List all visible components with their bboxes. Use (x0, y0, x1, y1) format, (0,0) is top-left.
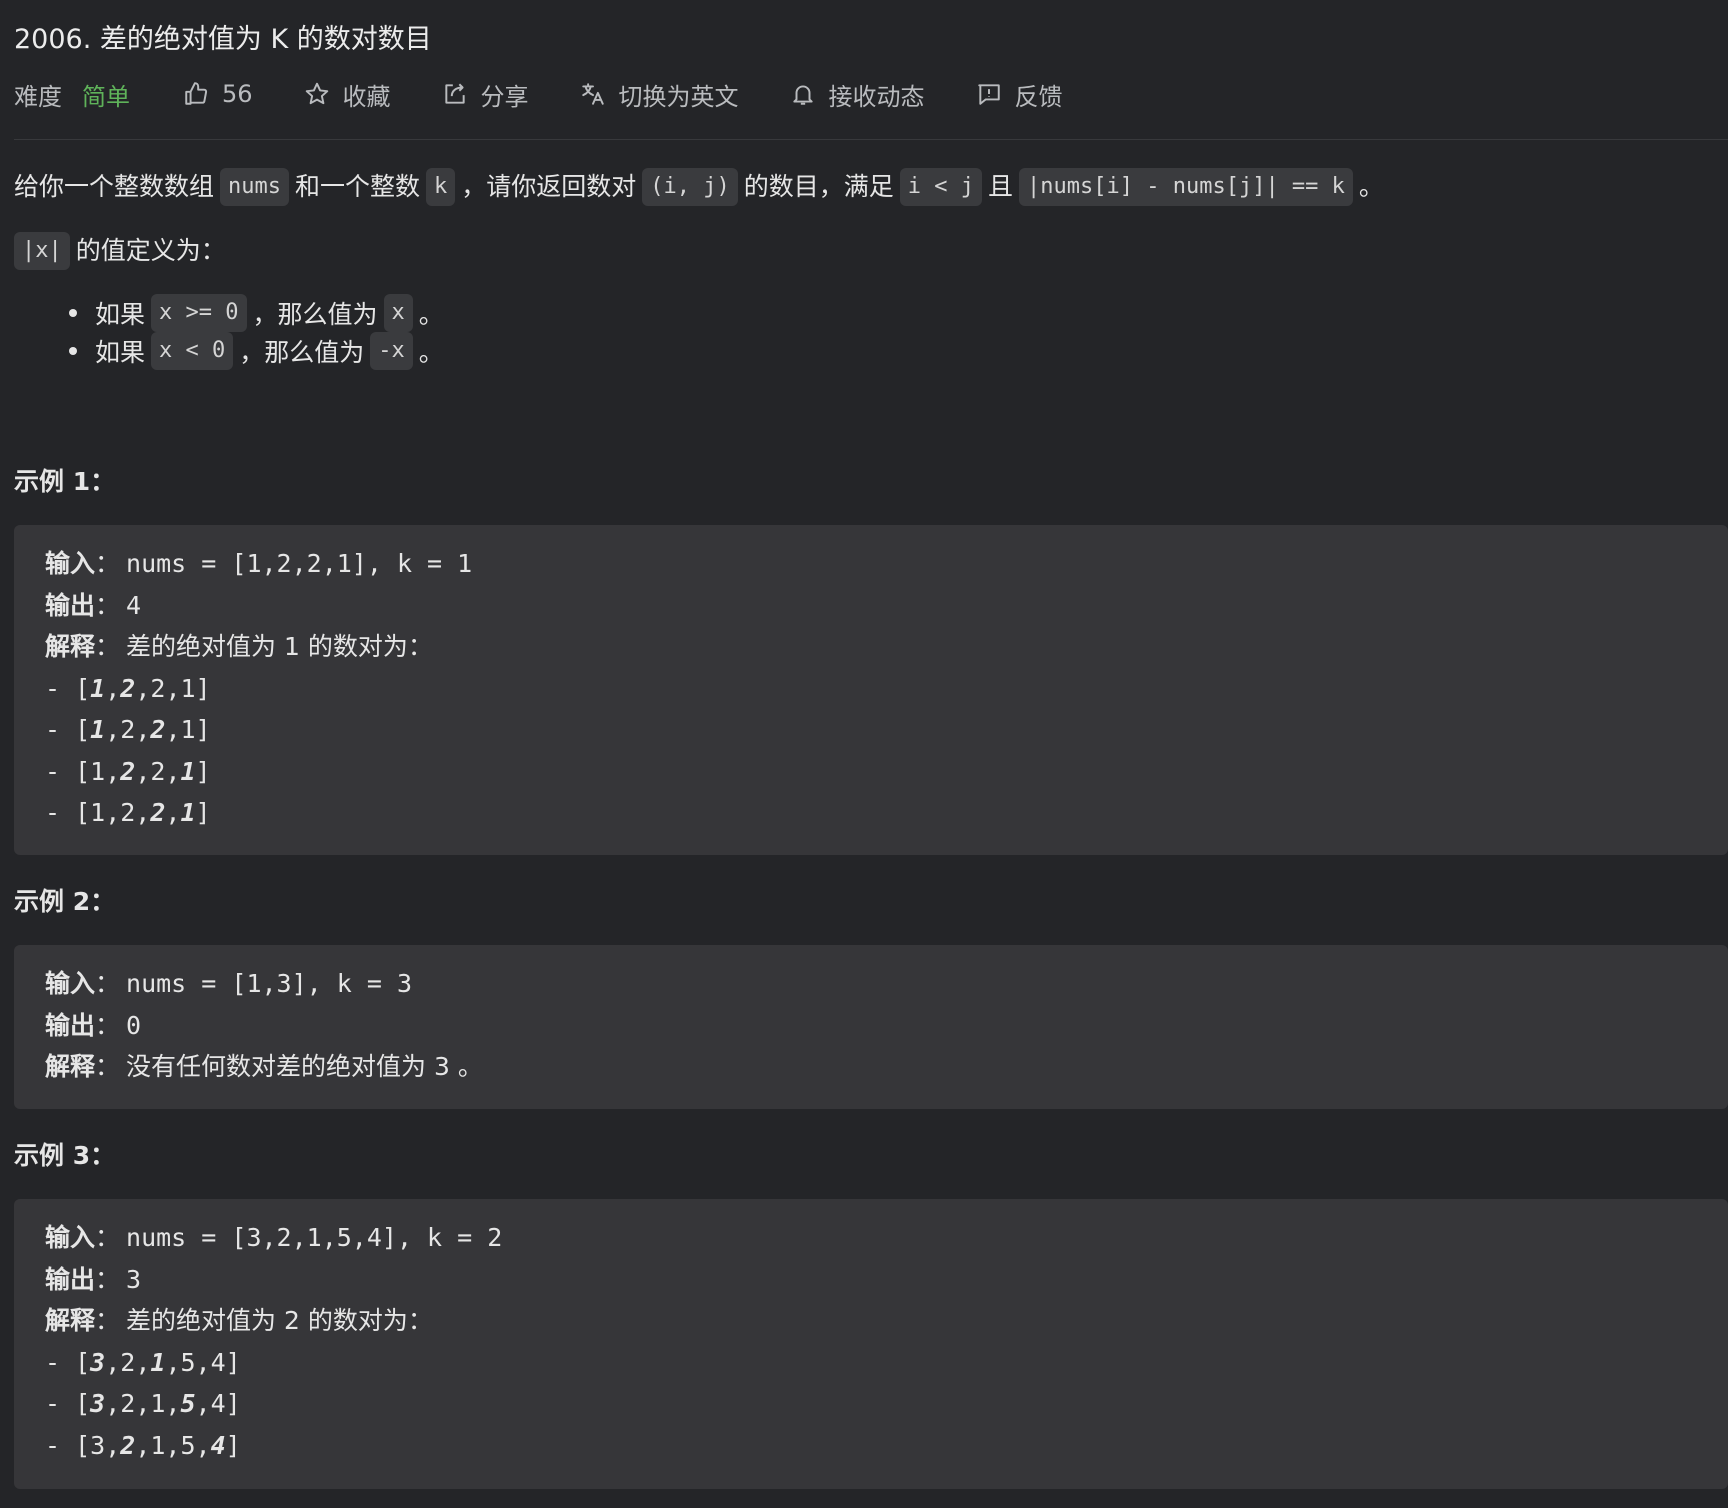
share-button[interactable]: 分享 (441, 77, 529, 112)
example-input-line: 输入： nums = [1,3], k = 3 (45, 969, 413, 998)
input-label: 输入 (45, 1223, 96, 1252)
desc-text: 且 (988, 172, 1014, 201)
example-2-title: 示例 2： (14, 887, 116, 916)
favorite-button[interactable]: 收藏 (303, 77, 391, 112)
feedback-button[interactable]: 反馈 (975, 77, 1063, 112)
difficulty-badge: 简单 (82, 82, 130, 111)
inline-code: x (383, 294, 413, 332)
example-input-line: 输入： nums = [1,2,2,1], k = 1 (45, 549, 473, 578)
pair-line: - [3,2,1,5,4] (45, 1347, 241, 1377)
example-3-title: 示例 3： (14, 1141, 116, 1170)
problem-title: 2006. 差的绝对值为 K 的数对数目 (14, 24, 432, 55)
inline-code: |x| (14, 232, 70, 270)
example-explanation-line: 解释： 差的绝对值为 1 的数对为： (45, 632, 433, 661)
output-value: 4 (126, 590, 142, 620)
input-label: 输入 (45, 549, 96, 578)
list-item: 如果 x < 0 ，那么值为 -x 。 (69, 332, 444, 370)
share-label: 分享 (480, 82, 529, 111)
bell-icon (789, 80, 817, 108)
pair-line: - [1,2,2,1] (45, 673, 211, 703)
list-item: 如果 x >= 0 ，那么值为 x 。 (69, 294, 444, 332)
share-icon (441, 80, 469, 108)
desc-text: 和一个整数 (295, 172, 421, 201)
inline-code: k (426, 168, 456, 206)
feedback-label: 反馈 (1014, 82, 1063, 111)
inline-code: i < j (899, 168, 983, 206)
example-input-line: 输入： nums = [3,2,1,5,4], k = 2 (45, 1223, 503, 1252)
output-value: 0 (126, 1010, 142, 1040)
inline-code: -x (370, 332, 413, 370)
definition-list: 如果 x >= 0 ，那么值为 x 。 如果 x < 0 ，那么值为 -x 。 (69, 294, 444, 370)
feedback-icon (975, 80, 1003, 108)
inline-code: nums (220, 168, 289, 206)
example-output-line: 输出： 3 (45, 1264, 142, 1294)
problem-toolbar: 难度 简单 56 收藏 分享 切换为英文 接收动态 反馈 (14, 74, 1113, 114)
thumbs-up-icon (182, 80, 210, 108)
header-divider (14, 139, 1728, 140)
example-explanation-line: 解释： 差的绝对值为 2 的数对为： (45, 1306, 433, 1335)
bullet-dot (69, 347, 77, 355)
desc-text: 。 (1358, 172, 1384, 201)
inline-code: x >= 0 (151, 294, 247, 332)
desc-text: 如果 (95, 300, 146, 329)
explanation-text: 差的绝对值为 2 的数对为： (126, 1306, 433, 1335)
desc-text: 的值定义为： (75, 236, 226, 265)
pair-line: - [1,2,2,1] (45, 715, 211, 744)
description-paragraph: 给你一个整数数组 nums 和一个整数 k ，请你返回数对 (i, j) 的数目… (14, 167, 1384, 207)
pair-line: - [3,2,1,5,4] (45, 1389, 241, 1418)
explanation-text: 没有任何数对差的绝对值为 3 。 (126, 1052, 483, 1081)
desc-text: ，那么值为 (252, 300, 378, 329)
desc-text: 给你一个整数数组 (14, 172, 215, 201)
inline-code: x < 0 (151, 332, 234, 370)
example-explanation-line: 解释： 没有任何数对差的绝对值为 3 。 (45, 1052, 483, 1081)
example-output-line: 输出： 4 (45, 590, 142, 620)
subscribe-button[interactable]: 接收动态 (789, 77, 925, 112)
desc-text: 。 (418, 338, 444, 367)
pair-line: - [3,2,1,5,4] (45, 1430, 241, 1460)
abs-definition-paragraph: |x| 的值定义为： (14, 231, 226, 271)
desc-text: 如果 (95, 338, 146, 367)
like-button[interactable]: 56 (182, 80, 253, 108)
example-3-block: 输入： nums = [3,2,1,5,4], k = 2 输出： 3 解释： 差的绝… (14, 1199, 1728, 1489)
desc-text: 。 (418, 300, 444, 329)
explanation-label: 解释 (45, 632, 96, 661)
inline-code: |nums[i] - nums[j]| == k (1019, 168, 1353, 206)
example-2-block: 输入： nums = [1,3], k = 3 输出： 0 解释： 没有任何数对差的绝… (14, 945, 1728, 1109)
desc-text: 的数目，满足 (743, 172, 894, 201)
star-icon (303, 80, 331, 108)
input-value: nums = [1,3], k = 3 (126, 969, 413, 998)
explanation-text: 差的绝对值为 1 的数对为： (126, 632, 433, 661)
translate-icon (579, 80, 607, 108)
subscribe-label: 接收动态 (828, 82, 925, 111)
switch-language-label: 切换为英文 (618, 82, 739, 111)
bullet-dot (69, 309, 77, 317)
output-label: 输出 (45, 1264, 96, 1294)
explanation-label: 解释 (45, 1052, 96, 1081)
output-value: 3 (126, 1264, 142, 1294)
pair-line: - [1,2,2,1] (45, 756, 211, 786)
input-value: nums = [3,2,1,5,4], k = 2 (126, 1223, 503, 1252)
example-output-line: 输出： 0 (45, 1010, 142, 1040)
example-1-block: 输入： nums = [1,2,2,1], k = 1 输出： 4 解释： 差的绝对值… (14, 525, 1728, 855)
output-label: 输出 (45, 1010, 96, 1040)
pair-line: - [1,2,2,1] (45, 798, 211, 827)
explanation-label: 解释 (45, 1306, 96, 1335)
output-label: 输出 (45, 590, 96, 620)
like-count: 56 (222, 80, 253, 108)
input-value: nums = [1,2,2,1], k = 1 (126, 549, 473, 578)
desc-text: ，请你返回数对 (461, 172, 637, 201)
example-1-title: 示例 1： (14, 467, 116, 496)
input-label: 输入 (45, 969, 96, 998)
switch-language-button[interactable]: 切换为英文 (579, 77, 739, 112)
desc-text: ，那么值为 (239, 338, 365, 367)
favorite-label: 收藏 (342, 82, 391, 111)
difficulty-label: 难度 (14, 82, 62, 111)
inline-code: (i, j) (642, 168, 738, 206)
